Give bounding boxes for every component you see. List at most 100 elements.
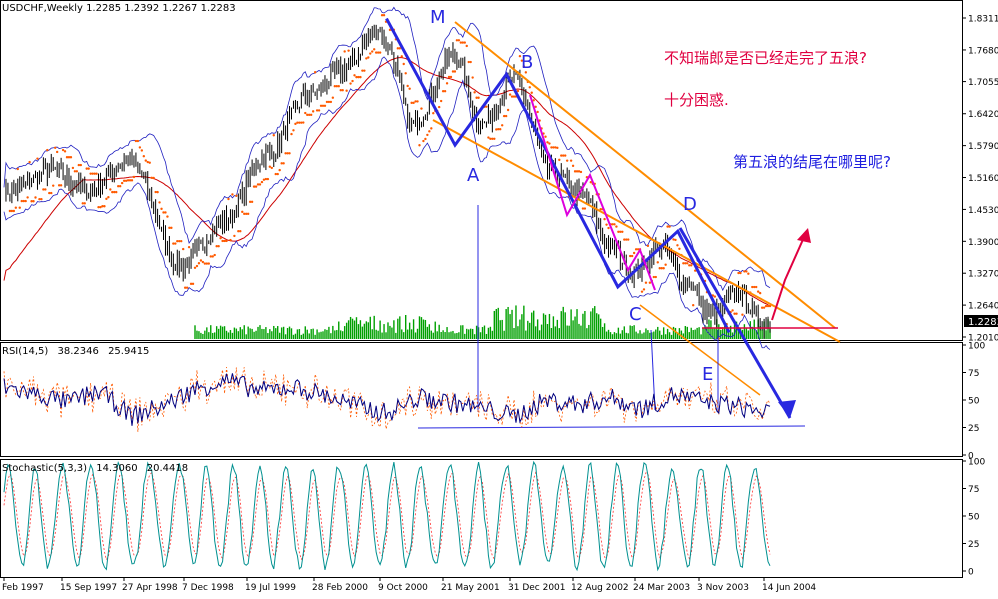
date-tick-label: 24 Mar 2003 [633,583,690,593]
sar-dot [26,196,29,199]
sar-dot [71,166,75,170]
sar-dot [692,304,695,307]
sar-dot [686,262,689,265]
date-tick-label: Feb 1997 [2,583,44,593]
sar-dot [373,48,376,51]
sar-dot [59,184,63,187]
sar-dot [443,90,447,93]
background [0,0,998,595]
sar-dot [536,110,539,114]
sar-dot [741,313,744,316]
date-tick-label: 28 Feb 2000 [312,583,368,593]
sar-dot [170,226,173,230]
stoch-tick-label: 75 [968,485,979,495]
sar-dot [558,158,561,162]
sar-dot [260,180,264,184]
sar-dot [347,49,350,52]
sar-dot [579,170,583,174]
sar-dot [24,199,27,203]
rsi-tick-label: 50 [968,397,980,407]
sar-dot [18,206,21,209]
sar-dot [445,82,449,85]
sar-dot [105,197,108,201]
date-tick-label: 14 Jun 2004 [762,583,816,593]
price-tick-label: 1.8311 [968,15,998,25]
sar-dot [193,266,197,269]
sar-dot [656,261,659,264]
sar-dot [644,281,648,284]
sar-dot [185,286,189,289]
sar-dot [463,41,466,44]
sar-dot [430,127,433,130]
sar-dot [378,51,382,54]
sar-dot [603,217,606,221]
chart-canvas[interactable]: 1.8311 1.7680 1.7055 1.6420 1.5790 1.5160 1.45… [0,0,998,595]
sar-dot [52,184,55,187]
sar-dot [528,86,531,89]
price-tick-label: 1.3270 [968,270,998,280]
sar-dot [439,99,443,103]
stoch-title: Stochastic(5,3,3) [2,463,87,474]
sar-dot [745,270,748,273]
sar-dot [227,197,230,201]
sar-dot [40,197,43,201]
sar-dot [469,60,472,64]
sar-dot [432,112,435,115]
sar-dot [648,281,652,284]
sar-dot [506,108,510,112]
sar-dot [640,290,644,293]
sar-dot [87,167,90,170]
price-tick-label: 1.7680 [968,46,998,56]
sar-dot [61,148,65,152]
sar-dot [83,202,86,205]
sar-dot [504,114,508,118]
sar-dot [144,159,147,162]
price-tick-label: 1.4530 [968,206,998,216]
sar-dot [115,190,118,194]
sar-dot [225,239,228,243]
sar-dot [607,226,610,230]
sar-dot [337,84,340,88]
sar-dot [382,14,386,17]
sar-dot [278,168,281,172]
sar-dot [292,129,295,132]
rsi-value-2: 25.9415 [108,346,149,357]
stoch-tick-label: 25 [968,540,979,550]
sar-dot [270,166,274,170]
sar-dot [465,44,468,48]
date-tick-label: 15 Sep 1997 [60,583,117,593]
sar-dot [258,183,262,186]
sar-dot [36,157,39,160]
sar-dot [166,215,169,218]
sar-dot [583,207,587,210]
sar-dot [615,225,618,228]
sar-dot [55,150,59,154]
sar-dot [477,96,480,99]
price-tick-label: 1.6420 [968,110,998,120]
price-tick-label: 1.3900 [968,238,998,248]
sar-dot [422,139,425,143]
rsi-value-1: 38.2346 [58,346,99,357]
sar-dot [420,107,423,110]
sar-dot [646,244,650,248]
wave-label-c: C [629,304,642,325]
sar-dot [44,188,47,191]
sar-dot [739,271,742,275]
rsi-title: RSI(14,5) [2,346,48,357]
sar-dot [12,209,16,213]
sar-dot [402,62,405,66]
sar-dot [564,154,567,157]
sar-dot [213,253,216,257]
price-tick-label: 1.7055 [968,78,998,88]
sar-dot [195,264,199,268]
sar-dot [211,255,214,258]
sar-dot [341,89,344,92]
sar-dot [664,263,667,266]
sar-dot [50,191,53,195]
note-fifth-wave-end: 第五浪的结尾在哪里呢? [733,153,891,171]
sar-dot [499,128,502,131]
sar-dot [662,267,665,270]
stoch-value-1: 14.3060 [96,463,137,474]
sar-dot [53,146,57,149]
sar-dot [288,152,291,155]
